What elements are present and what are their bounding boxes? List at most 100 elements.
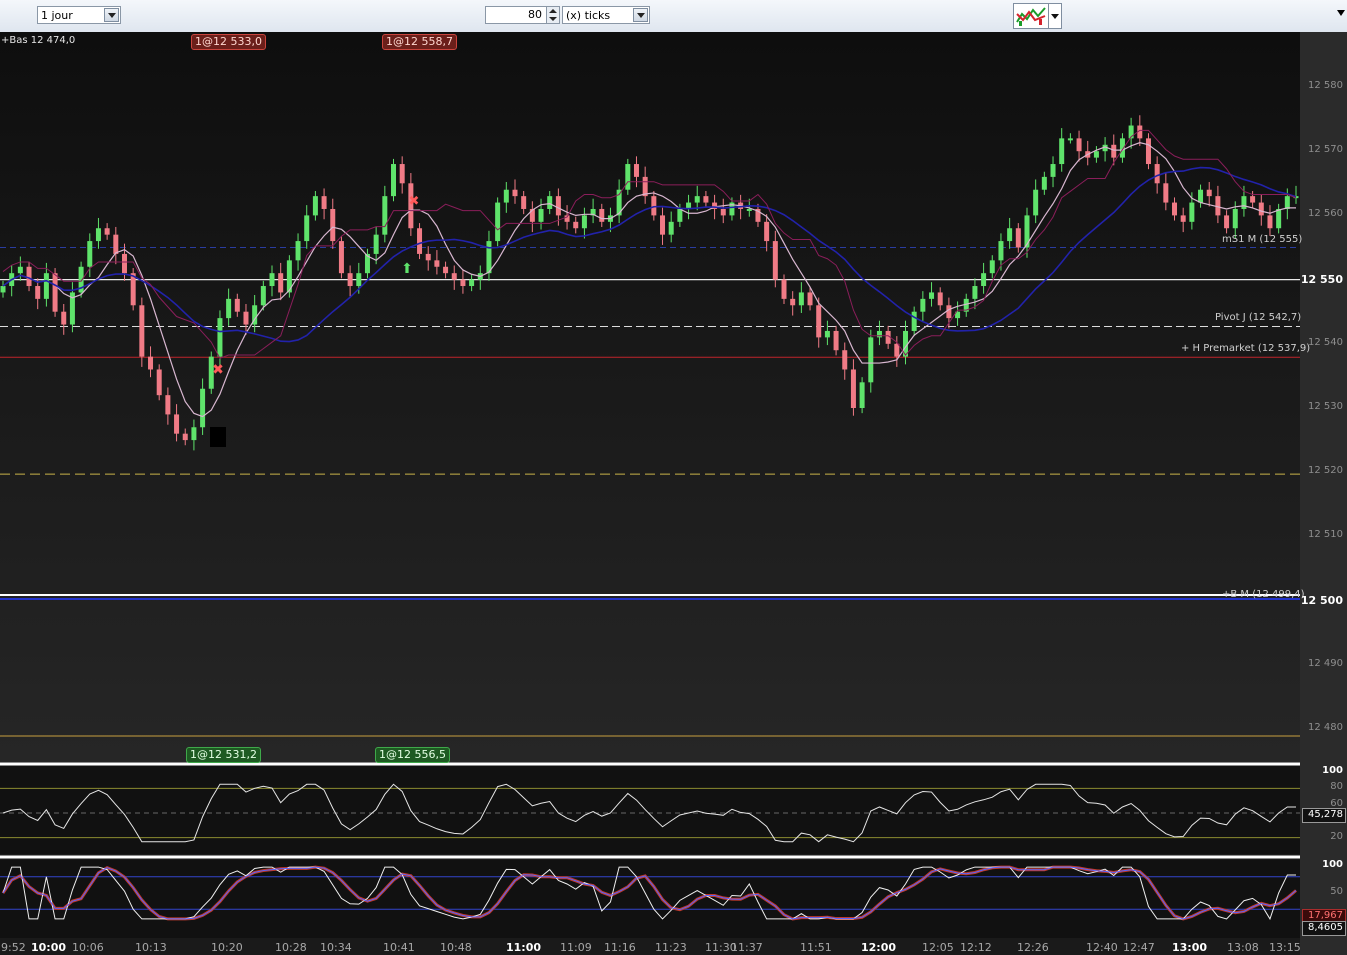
candle: [234, 298, 240, 312]
candle: [217, 318, 223, 357]
candle: [1163, 183, 1169, 203]
price-chart: ✖ ✖ ⬆: [0, 32, 1300, 938]
candle: [443, 266, 449, 274]
candle: [130, 273, 136, 306]
candle: [651, 196, 657, 216]
candle: [529, 208, 535, 222]
candle: [434, 260, 440, 267]
candle: [460, 279, 466, 287]
candle: [113, 234, 119, 254]
candle: [1267, 215, 1273, 229]
candle: [772, 241, 778, 280]
candle: [946, 305, 952, 319]
buy-order-tag[interactable]: 1@12 531,2: [186, 747, 261, 763]
candle: [876, 330, 882, 338]
candle: [633, 164, 639, 177]
candle: [894, 343, 900, 357]
candle: [139, 305, 145, 357]
time-tick-label: 9:52: [1, 941, 26, 954]
candle: [1033, 189, 1039, 216]
candle: [382, 196, 388, 235]
candle: [746, 208, 752, 211]
candle: [998, 241, 1004, 261]
candle: [1050, 164, 1056, 177]
candle: [1215, 196, 1221, 216]
candle: [824, 330, 830, 338]
time-tick-label: 12:05: [922, 941, 954, 954]
candle: [43, 273, 49, 299]
candle: [503, 189, 509, 203]
candle: [1198, 189, 1204, 203]
candle: [842, 350, 848, 370]
candle: [373, 234, 379, 254]
candle: [1015, 228, 1021, 248]
candle: [1241, 196, 1247, 209]
time-tick-label: 10:13: [135, 941, 167, 954]
price-tick-label: 12 480: [1308, 722, 1343, 733]
candle: [1276, 208, 1282, 229]
candle: [816, 305, 822, 338]
candle: [599, 208, 605, 222]
candle: [278, 273, 284, 293]
rsi-value-badge: 45,278: [1302, 808, 1346, 823]
bm-level-label: +B M (12 499,4): [1222, 589, 1305, 600]
time-tick-label: 13:08: [1227, 941, 1259, 954]
buy-order-tag[interactable]: 1@12 556,5: [375, 747, 450, 763]
candle: [451, 273, 457, 280]
candle: [330, 208, 336, 242]
candle: [868, 337, 874, 383]
candle: [581, 215, 587, 229]
price-tick-label: 12 500: [1300, 593, 1343, 607]
time-tick-label: 11:00: [506, 941, 542, 954]
stoch-tick-label: 100: [1322, 859, 1343, 870]
candle: [625, 164, 631, 190]
candle: [182, 433, 188, 441]
time-tick-label: 12:00: [861, 941, 897, 954]
candle: [200, 388, 206, 428]
time-tick-label: 12:40: [1086, 941, 1118, 954]
candle: [1154, 164, 1160, 184]
candle: [338, 241, 344, 274]
bas-label: +Bas 12 474,0: [1, 35, 76, 46]
time-tick-label: 10:41: [383, 941, 415, 954]
time-tick-label: 12:12: [960, 941, 992, 954]
candle: [547, 196, 553, 209]
candle: [156, 369, 162, 396]
candle: [347, 273, 353, 287]
candle: [1145, 138, 1151, 165]
rsi-tick-label: 100: [1322, 765, 1343, 776]
candle: [356, 273, 362, 287]
time-tick-label: 11:51: [800, 941, 832, 954]
price-tick-label: 12 550: [1300, 272, 1343, 286]
sell-signal-icon: ✖: [409, 194, 420, 209]
candle: [989, 260, 995, 274]
candle: [1093, 151, 1099, 158]
time-tick-label: 12:47: [1123, 941, 1155, 954]
candle: [1189, 202, 1195, 222]
candle: [121, 253, 127, 274]
candle: [425, 253, 431, 261]
candle: [174, 414, 180, 434]
candle: [417, 228, 423, 254]
candle: [52, 273, 58, 312]
candle: [260, 286, 266, 306]
candle: [937, 292, 943, 306]
candle: [104, 228, 110, 235]
candle: [929, 292, 935, 299]
candle: [304, 215, 310, 242]
sell-order-tag[interactable]: 1@12 533,0: [191, 34, 266, 50]
time-tick-label: 13:15: [1269, 941, 1301, 954]
candle: [469, 279, 475, 287]
candle: [1024, 215, 1030, 248]
buy-signal-icon: ⬆: [401, 261, 413, 277]
rsi-tick-label: 20: [1330, 830, 1343, 842]
candle: [920, 298, 926, 312]
candle: [1250, 196, 1256, 203]
candle: [720, 208, 726, 216]
candle: [95, 228, 101, 242]
pivot-level-label: Pivot J (12 542,7): [1215, 312, 1302, 323]
candle: [0, 286, 6, 293]
sell-order-tag[interactable]: 1@12 558,7: [382, 34, 457, 50]
candle: [148, 356, 154, 370]
sell-signal-icon: ✖: [212, 362, 224, 378]
